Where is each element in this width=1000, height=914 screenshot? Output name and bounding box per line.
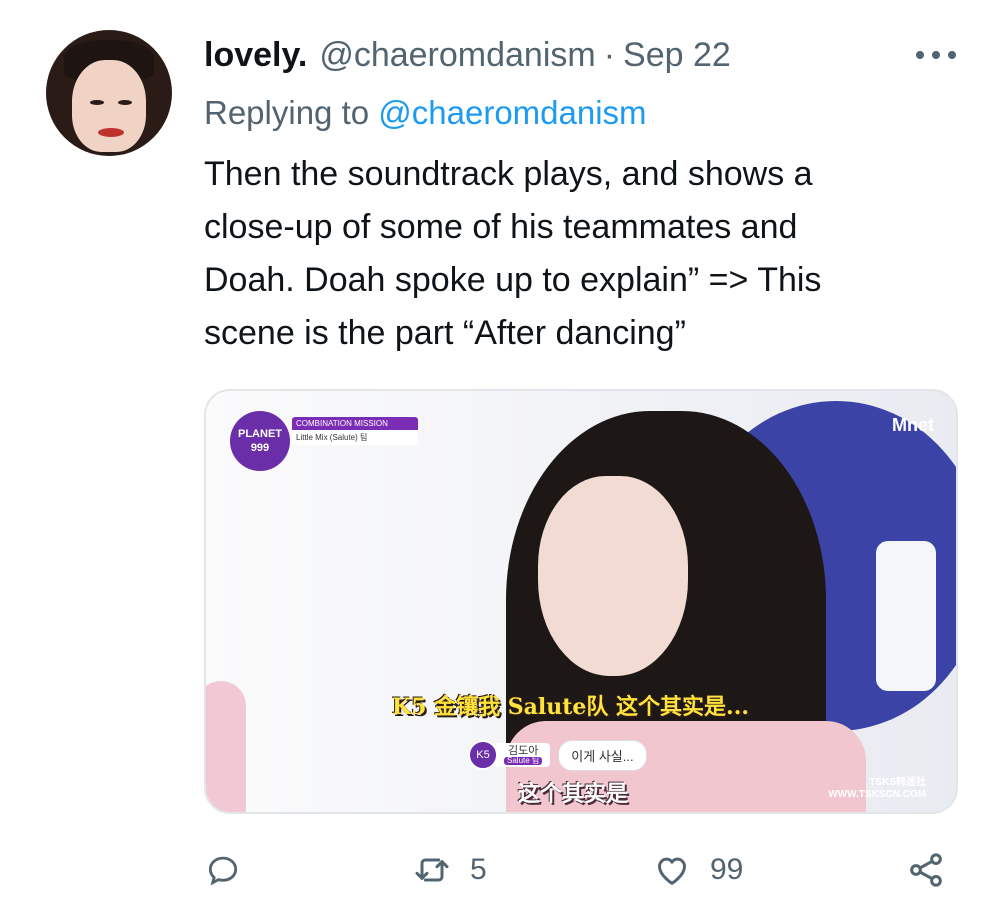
channel-logo: Mnet xyxy=(892,415,934,435)
mission-title: COMBINATION MISSION xyxy=(292,417,418,430)
share-button[interactable] xyxy=(906,840,946,900)
replying-to: Replying to @chaeromdanism xyxy=(204,94,647,132)
subtitle-bottom: 这个其实是 xyxy=(518,781,629,806)
caption-speech: 이게 사실... xyxy=(558,739,647,771)
tweet-text-line: scene is the part “After dancing” xyxy=(204,314,686,352)
reply-button[interactable] xyxy=(204,840,242,900)
subtitle-top: K5 金镶我 Salute队 这个其实是... xyxy=(392,694,750,720)
replying-to-label: Replying to xyxy=(204,94,370,131)
reply-icon xyxy=(208,856,238,886)
more-options-icon[interactable] xyxy=(916,40,956,70)
name-caption: K5 김도아 Salute 팀 이게 사실... xyxy=(468,739,647,771)
caption-badge: K5 xyxy=(468,740,498,770)
share-icon xyxy=(910,853,942,887)
tweet-text-line: close-up of some of his teammates and xyxy=(204,208,798,246)
more-dot xyxy=(948,51,956,59)
mission-label: COMBINATION MISSION Little Mix (Salute) … xyxy=(292,417,418,445)
tweet-date[interactable]: Sep 22 xyxy=(623,36,731,75)
watermark-line: WWW.TSKSCN.COM xyxy=(828,789,926,800)
display-name[interactable]: lovely. xyxy=(204,36,307,75)
show-logo-number: 999 xyxy=(250,441,270,454)
more-dot xyxy=(916,51,924,59)
user-handle[interactable]: @chaeromdanism xyxy=(319,36,595,75)
tweet-header: lovely. @chaeromdanism · Sep 22 xyxy=(204,36,960,78)
show-logo-text: PLANET xyxy=(238,427,282,440)
separator-dot: · xyxy=(603,36,616,74)
caption-namebox: 김도아 Salute 팀 xyxy=(496,742,551,768)
mission-team: Little Mix (Salute) 팀 xyxy=(292,430,418,445)
tweet-media-image[interactable]: PLANET 999 COMBINATION MISSION Little Mi… xyxy=(204,389,958,814)
person-face xyxy=(538,476,688,676)
caption-name: 김도아 xyxy=(507,744,539,757)
tweet-actions: 5 99 xyxy=(204,840,956,900)
retweet-icon xyxy=(415,858,449,882)
like-button[interactable]: 99 xyxy=(652,840,743,900)
retweet-button[interactable]: 5 xyxy=(412,840,487,900)
background-shape xyxy=(876,541,936,691)
avatar-eye xyxy=(118,100,132,105)
tweet-text: Then the soundtrack plays, and shows a c… xyxy=(204,148,964,360)
tweet-text-line: Then the soundtrack plays, and shows a xyxy=(204,155,813,193)
background-person xyxy=(206,681,246,812)
watermark-line: TSKS韩迷社 xyxy=(869,777,926,788)
replying-to-handle[interactable]: @chaeromdanism xyxy=(378,94,646,131)
heart-icon xyxy=(658,857,686,885)
avatar-face xyxy=(72,60,146,152)
more-dot xyxy=(932,51,940,59)
caption-team: Salute 팀 xyxy=(504,756,543,766)
like-count: 99 xyxy=(710,853,744,886)
show-logo: PLANET 999 xyxy=(230,411,290,471)
retweet-count: 5 xyxy=(470,853,487,886)
avatar[interactable] xyxy=(46,30,172,156)
avatar-lips xyxy=(98,128,124,137)
tweet-text-line: Doah. Doah spoke up to explain” => This xyxy=(204,261,822,299)
avatar-eye xyxy=(90,100,104,105)
watermark: TSKS韩迷社 WWW.TSKSCN.COM xyxy=(828,777,926,801)
